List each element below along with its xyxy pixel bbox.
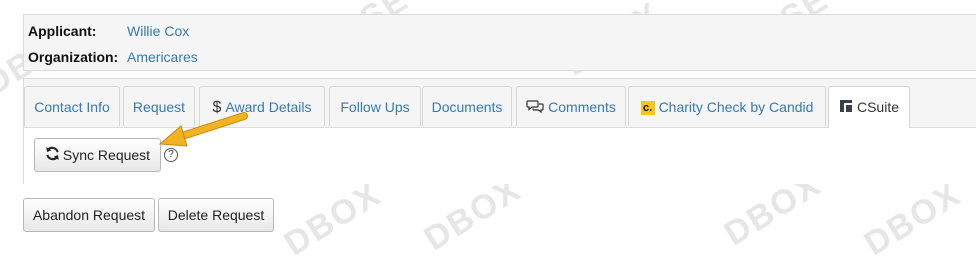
tab-follow-ups[interactable]: Follow Ups xyxy=(329,86,421,126)
watermark: DBOX xyxy=(277,174,388,264)
candid-c-icon: c. xyxy=(640,101,655,116)
tab-label: Follow Ups xyxy=(340,99,410,115)
organization-label: Organization: xyxy=(28,49,119,65)
tab-label: Contact Info xyxy=(34,99,110,115)
abandon-request-button[interactable]: Abandon Request xyxy=(23,198,155,232)
delete-request-button[interactable]: Delete Request xyxy=(158,198,274,232)
sync-icon xyxy=(45,140,60,172)
watermark: DBOX xyxy=(857,174,968,264)
applicant-info-panel: Applicant: Willie Cox Organization: Amer… xyxy=(23,14,976,71)
tab-documents[interactable]: Documents xyxy=(422,86,512,126)
tab-contact-info[interactable]: Contact Info xyxy=(24,86,120,126)
tab-label: Comments xyxy=(548,99,616,115)
sync-request-button[interactable]: Sync Request xyxy=(34,138,161,172)
tab-charity-check[interactable]: c. Charity Check by Candid xyxy=(628,86,826,126)
tab-label: CSuite xyxy=(856,99,900,115)
tab-comments[interactable]: Comments xyxy=(516,86,626,126)
tab-csuite[interactable]: CSuite xyxy=(828,86,910,128)
csuite-icon xyxy=(839,88,853,128)
sync-request-label: Sync Request xyxy=(62,147,151,163)
applicant-label: Applicant: xyxy=(28,23,97,39)
organization-name-link[interactable]: Americares xyxy=(127,47,198,67)
applicant-name-link[interactable]: Willie Cox xyxy=(127,21,189,41)
tab-label: Documents xyxy=(431,99,503,115)
tab-label: Charity Check by Candid xyxy=(658,99,814,115)
pointer-arrow-annotation xyxy=(158,112,248,147)
comments-icon xyxy=(526,88,544,128)
